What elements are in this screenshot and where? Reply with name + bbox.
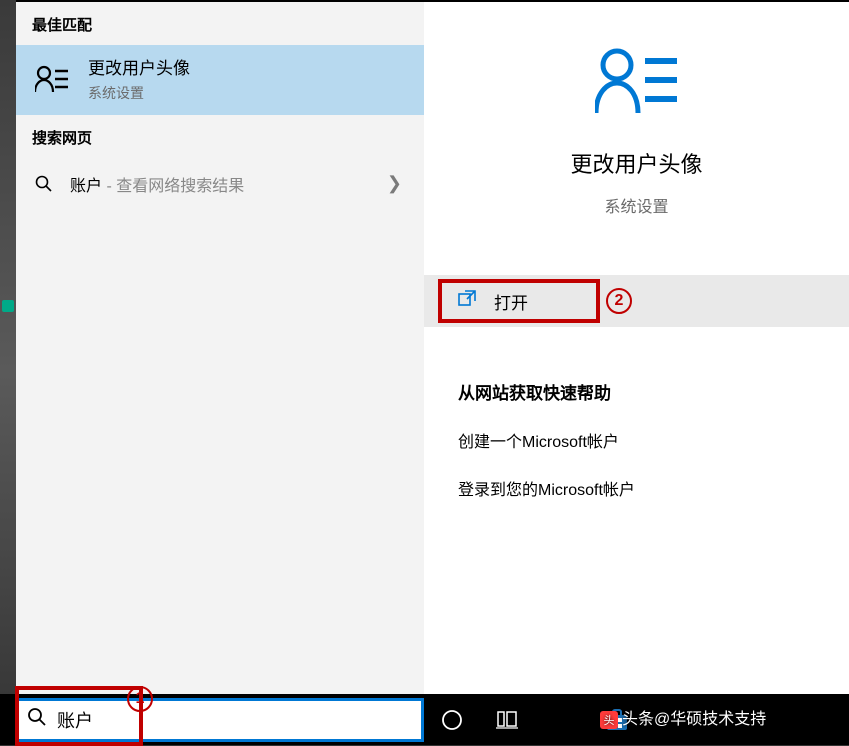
help-header: 从网站获取快速帮助 — [458, 379, 825, 404]
web-suffix: - 查看网络搜索结果 — [102, 178, 244, 195]
detail-title: 更改用户头像 — [424, 147, 849, 179]
web-term: 账户 — [70, 178, 102, 195]
open-icon — [458, 290, 476, 313]
start-search-panel: 最佳匹配 更改用户头像 系统设置 搜索网页 账 — [16, 0, 849, 694]
detail-column: 更改用户头像 系统设置 打开 2 从网站获取快速帮助 创建一个Microsoft… — [424, 2, 849, 694]
open-action[interactable]: 打开 2 — [424, 275, 849, 327]
search-icon — [27, 707, 47, 732]
best-match-title: 更改用户头像 — [88, 57, 408, 81]
taskbar-search-input[interactable]: 账户 1 — [16, 698, 424, 742]
results-column: 最佳匹配 更改用户头像 系统设置 搜索网页 账 — [16, 2, 424, 694]
web-section-header: 搜索网页 — [16, 115, 424, 158]
chevron-right-icon: ❯ — [387, 173, 408, 194]
search-input-value: 账户 — [57, 707, 93, 733]
account-settings-icon — [32, 60, 72, 100]
help-link-create[interactable]: 创建一个Microsoft帐户 — [458, 428, 825, 452]
open-label: 打开 — [494, 289, 528, 314]
cortana-button[interactable] — [424, 694, 479, 745]
detail-subtitle: 系统设置 — [424, 193, 849, 217]
watermark-text: 头头条@华硕技术支持 — [600, 705, 766, 729]
taskbar: 账户 1 头头条@华硕技术支持 — [0, 694, 849, 745]
edge-button[interactable] — [534, 694, 589, 745]
best-match-result[interactable]: 更改用户头像 系统设置 — [16, 45, 424, 115]
best-match-subtitle: 系统设置 — [88, 83, 408, 103]
best-match-header: 最佳匹配 — [16, 2, 424, 45]
help-link-signin[interactable]: 登录到您的Microsoft帐户 — [458, 476, 825, 500]
detail-account-icon — [424, 47, 849, 117]
search-icon — [32, 175, 56, 193]
callout-open-number: 2 — [606, 288, 632, 314]
task-view-button[interactable] — [479, 694, 534, 745]
web-search-result[interactable]: 账户 - 查看网络搜索结果 ❯ — [16, 158, 424, 210]
desktop-left-edge — [0, 0, 16, 745]
